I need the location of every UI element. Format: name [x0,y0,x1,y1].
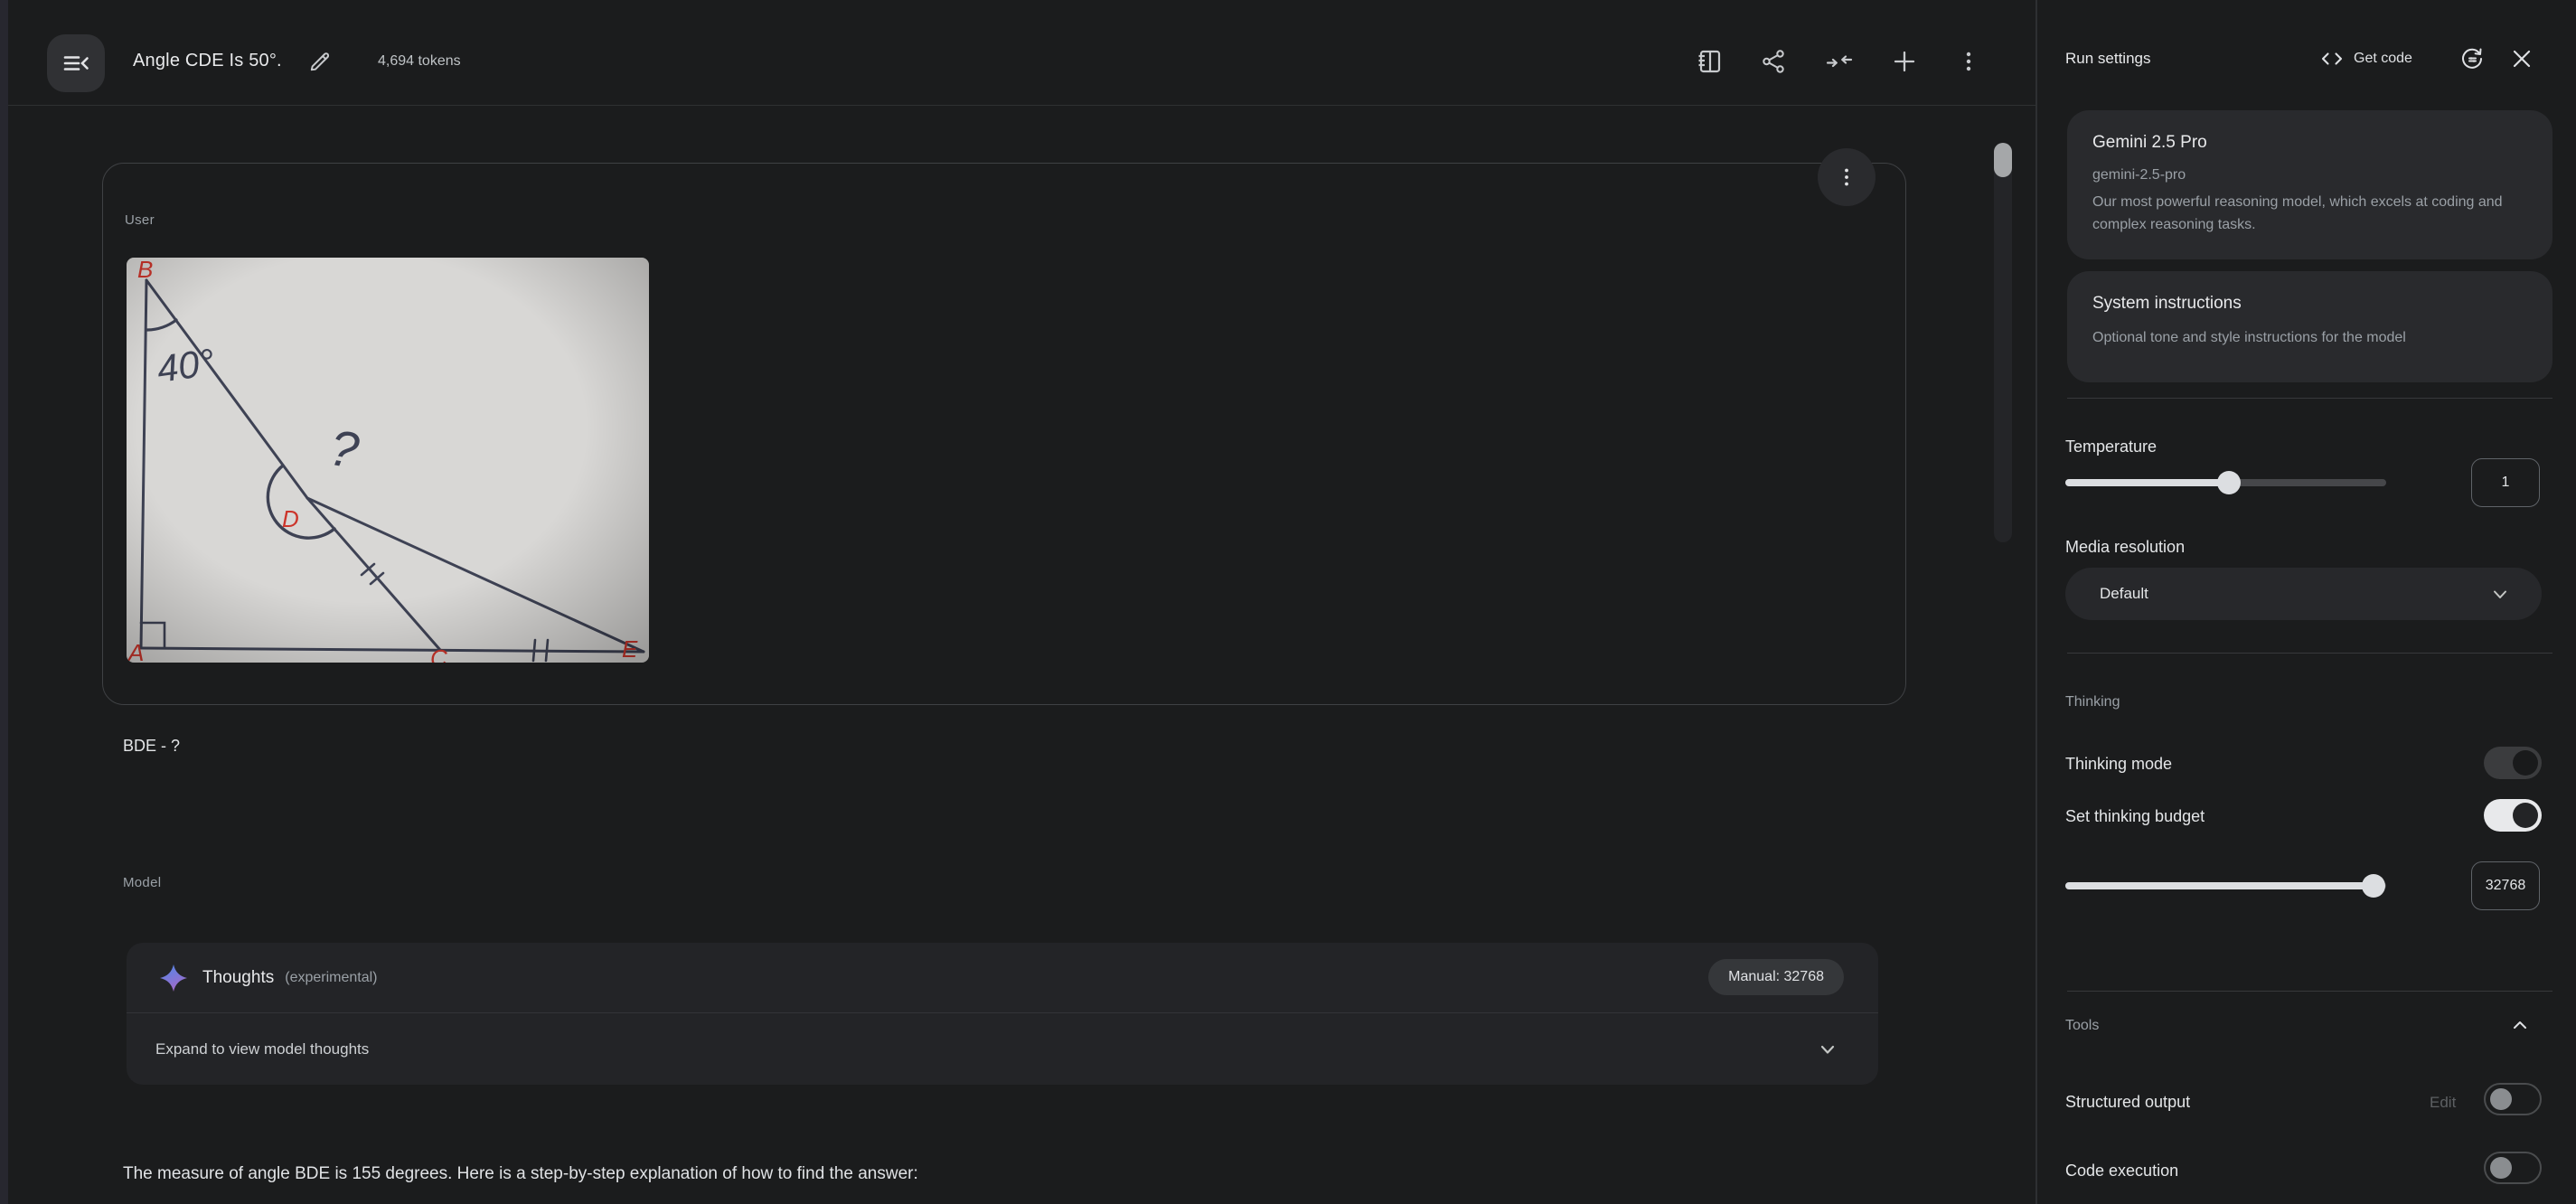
chat-scrollbar-thumb[interactable] [1994,143,2012,177]
thoughts-header[interactable]: Thoughts (experimental) Manual: 32768 [127,943,1878,1012]
toggle-knob [2513,803,2538,828]
system-instructions-title: System instructions [2092,294,2527,314]
model-id: gemini-2.5-pro [2092,167,2527,183]
thoughts-experimental-tag: (experimental) [285,970,377,986]
pencil-icon [308,50,332,73]
system-instructions-card[interactable]: System instructions Optional tone and st… [2067,271,2552,382]
reset-settings-icon [2458,45,2486,72]
share-icon [1760,48,1787,75]
set-thinking-budget-toggle[interactable] [2484,799,2542,832]
kebab-menu-icon [1835,165,1858,189]
thoughts-panel: Thoughts (experimental) Manual: 32768 Ex… [127,943,1878,1085]
temperature-slider-knob[interactable] [2217,471,2241,494]
section-divider [2067,398,2552,399]
temperature-value-input[interactable] [2471,458,2540,507]
toggle-knob [2490,1157,2512,1179]
compare-panels-icon [1696,47,1725,76]
gemini-spark-icon [159,964,188,992]
kebab-menu-icon [1955,48,1982,75]
attached-geometry-image[interactable]: 40° ? B A D C E [127,258,649,663]
collapse-turns-button[interactable] [1813,35,1866,88]
plus-icon [1891,48,1918,75]
photo-vignette [127,258,649,663]
model-description: Our most powerful reasoning model, which… [2092,191,2527,236]
section-divider [2067,991,2552,992]
structured-output-label: Structured output [2065,1093,2190,1112]
chevron-down-icon [2489,583,2511,605]
expand-thoughts-button[interactable]: Expand to view model thoughts [127,1013,1878,1085]
code-execution-label: Code execution [2065,1162,2178,1180]
structured-output-edit-button[interactable]: Edit [2430,1094,2456,1112]
toggle-sidebar-button[interactable] [47,34,105,92]
menu-open-icon [61,49,90,78]
model-turn-label: Model [123,875,161,890]
topbar-border [8,105,2035,106]
thinking-mode-toggle[interactable] [2484,747,2542,779]
model-answer-text: The measure of angle BDE is 155 degrees.… [123,1164,918,1184]
chevron-up-icon [2508,1013,2532,1037]
thinking-budget-slider-fill [2065,882,2374,889]
model-selector-card[interactable]: Gemini 2.5 Pro gemini-2.5-pro Our most p… [2067,110,2552,259]
merge-arrows-icon [1825,47,1854,76]
more-options-button[interactable] [1942,35,1995,88]
section-divider [2067,653,2552,654]
share-button[interactable] [1747,35,1800,88]
tools-section-label: Tools [2065,1018,2099,1034]
user-turn-label: User [125,212,155,228]
new-chat-button[interactable] [1878,35,1931,88]
reset-settings-button[interactable] [2450,37,2494,80]
toggle-knob [2490,1088,2512,1110]
get-code-label: Get code [2354,51,2412,67]
system-instructions-subtitle: Optional tone and style instructions for… [2092,330,2527,346]
token-count: 4,694 tokens [378,53,461,70]
collapse-tools-button[interactable] [2500,1005,2540,1045]
panel-divider [2035,0,2037,1204]
user-turn-options-button[interactable] [1818,148,1876,206]
thoughts-title: Thoughts [202,968,274,988]
media-resolution-label: Media resolution [2065,538,2185,557]
close-icon [2509,46,2534,71]
run-settings-title: Run settings [2065,50,2151,68]
close-panel-button[interactable] [2500,37,2543,80]
thinking-budget-slider[interactable] [2065,882,2386,889]
thinking-mode-label: Thinking mode [2065,755,2172,774]
thinking-budget-value-input[interactable] [2471,861,2540,910]
thinking-budget-slider-knob[interactable] [2362,874,2385,898]
structured-output-toggle[interactable] [2484,1083,2542,1115]
toggle-knob [2513,750,2538,776]
temperature-label: Temperature [2065,437,2157,456]
temperature-slider-fill [2065,479,2229,486]
ai-studio-app: Angle CDE Is 50°. 4,694 tokens [0,0,2576,1204]
thinking-budget-chip: Manual: 32768 [1708,959,1844,995]
expand-thoughts-label: Expand to view model thoughts [155,1040,369,1058]
chevron-down-icon [1815,1037,1840,1062]
code-execution-toggle[interactable] [2484,1152,2542,1184]
edit-title-button[interactable] [298,40,342,83]
model-name: Gemini 2.5 Pro [2092,133,2527,153]
chat-scrollbar-track[interactable] [1994,143,2012,542]
set-thinking-budget-label: Set thinking budget [2065,807,2205,826]
media-resolution-value: Default [2100,585,2148,603]
page-title: Angle CDE Is 50°. [133,51,282,71]
temperature-slider[interactable] [2065,479,2386,486]
collapsed-nav-strip [0,0,8,1204]
get-code-button[interactable]: Get code [2319,40,2412,78]
media-resolution-select[interactable]: Default [2065,568,2542,620]
thinking-section-label: Thinking [2065,694,2120,710]
code-icon [2319,46,2345,71]
user-prompt-text: BDE - ? [123,737,180,756]
geometry-figure: 40° ? B A D C E [127,258,649,663]
compare-mode-button[interactable] [1684,35,1736,88]
